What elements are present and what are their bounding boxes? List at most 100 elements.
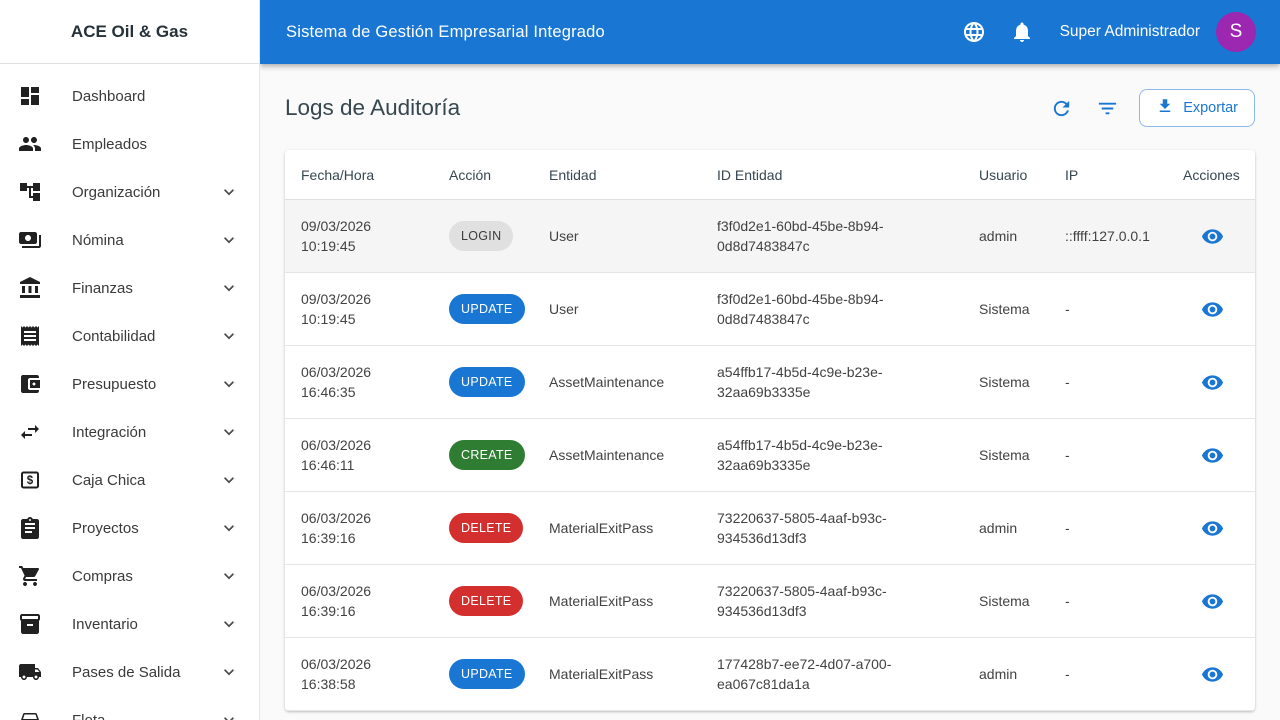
sidebar-item-presupuesto[interactable]: Presupuesto [0,360,259,408]
view-details-button[interactable] [1195,511,1229,545]
cell-actions [1183,584,1255,618]
table-row: 06/03/2026 16:46:11 CREATE AssetMaintenan… [285,419,1255,492]
cell-entity-id: 73220637-5805-4aaf-b93c-934536d13df3 [717,583,887,619]
column-header-accion: Acción [449,166,492,183]
cash-box-icon: $ [18,468,42,492]
cell-ip: ::ffff:127.0.0.1 [1065,228,1150,244]
cell-entity-id: f3f0d2e1-60bd-45be-8b94-0d8d7483847c [717,218,884,254]
action-badge: DELETE [449,586,524,616]
user-name: Super Administrador [1059,23,1200,40]
page-header: Logs de Auditoría Exportar [285,88,1255,128]
cell-user: Sistema [979,301,1030,317]
bank-icon [18,276,42,300]
wallet-icon [18,372,42,396]
chevron-down-icon [219,230,239,250]
cell-entity-id: a54ffb17-4b5d-4c9e-b23e-32aa69b3335e [717,364,883,400]
download-icon [1156,97,1174,119]
page-title: Logs de Auditoría [285,95,461,120]
chevron-down-icon [219,326,239,346]
cell-action: UPDATE [449,294,549,324]
cell-entity: MaterialExitPass [549,666,654,682]
view-details-button[interactable] [1195,365,1229,399]
view-details-button[interactable] [1195,438,1229,472]
cell-actions [1183,219,1255,253]
language-button[interactable] [954,12,994,52]
sidebar-item-contabilidad[interactable]: Contabilidad [0,312,259,360]
sidebar-item-label: Proyectos [72,519,139,537]
sidebar-item-integraci-n[interactable]: Integración [0,408,259,456]
cell-datetime: 06/03/2026 16:39:16 [301,510,372,546]
column-header-entidad: Entidad [549,166,597,183]
inventory-icon [18,612,42,636]
filter-button[interactable] [1087,88,1127,128]
cell-actions [1183,511,1255,545]
action-badge: UPDATE [449,659,525,689]
cell-user: admin [979,228,1018,244]
cell-entity: AssetMaintenance [549,447,665,463]
cell-ip: - [1065,666,1070,682]
sidebar-item-label: Organización [72,183,161,201]
chevron-down-icon [219,662,239,682]
sidebar-item-pases-de-salida[interactable]: Pases de Salida [0,648,259,696]
action-badge: DELETE [449,513,524,543]
svg-text:$: $ [27,475,34,487]
action-badge: LOGIN [449,221,514,251]
refresh-icon [1050,97,1073,120]
sidebar-item-dashboard[interactable]: Dashboard [0,72,259,120]
avatar[interactable]: S [1216,12,1256,52]
eye-icon [1201,371,1224,394]
view-details-button[interactable] [1195,292,1229,326]
column-header-fecha: Fecha/Hora [301,166,375,183]
sidebar-item-caja-chica[interactable]: $ Caja Chica [0,456,259,504]
sidebar-item-compras[interactable]: Compras [0,552,259,600]
sidebar-item-label: Pases de Salida [72,663,181,681]
cell-ip: - [1065,447,1070,463]
sidebar-item-label: Flota [72,711,106,720]
sidebar-item-flota[interactable]: Flota [0,696,259,720]
sidebar-item-inventario[interactable]: Inventario [0,600,259,648]
eye-icon [1201,517,1224,540]
eye-icon [1201,225,1224,248]
cell-datetime: 09/03/2026 10:19:45 [301,218,372,254]
cell-actions [1183,292,1255,326]
table-row: 06/03/2026 16:39:16 DELETE MaterialExitPa… [285,565,1255,638]
sidebar-item-label: Integración [72,423,147,441]
sidebar-item-label: Inventario [72,615,138,633]
column-header-usuario: Usuario [979,166,1028,183]
car-icon [18,708,42,720]
cell-entity: User [549,301,579,317]
cell-datetime: 06/03/2026 16:46:11 [301,437,372,473]
column-header-id: ID Entidad [717,166,783,183]
chevron-down-icon [219,566,239,586]
sidebar-item-label: Compras [72,567,133,585]
appbar-title: Sistema de Gestión Empresarial Integrado [286,22,605,41]
export-button[interactable]: Exportar [1139,89,1255,127]
eye-icon [1201,590,1224,613]
brand-title: ACE Oil & Gas [0,0,259,64]
view-details-button[interactable] [1195,657,1229,691]
column-header-ip: IP [1065,166,1079,183]
notifications-button[interactable] [1002,12,1042,52]
sidebar-item-empleados[interactable]: Empleados [0,120,259,168]
column-header-acciones: Acciones [1183,166,1240,183]
sidebar-item-organizaci-n[interactable]: Organización [0,168,259,216]
sidebar-item-proyectos[interactable]: Proyectos [0,504,259,552]
refresh-button[interactable] [1041,88,1081,128]
cell-entity: User [549,228,579,244]
sidebar-item-finanzas[interactable]: Finanzas [0,264,259,312]
cell-ip: - [1065,520,1070,536]
eye-icon [1201,298,1224,321]
view-details-button[interactable] [1195,219,1229,253]
sidebar-item-n-mina[interactable]: Nómina [0,216,259,264]
bell-icon [1010,20,1034,44]
cell-user: Sistema [979,593,1030,609]
content-area: Logs de Auditoría Exportar Fecha/Hora Ac… [260,64,1280,720]
cell-entity-id: 177428b7-ee72-4d07-a700-ea067c81da1a [717,656,892,692]
view-details-button[interactable] [1195,584,1229,618]
cell-action: LOGIN [449,221,549,251]
swap-arrows-icon [18,420,42,444]
chevron-down-icon [219,182,239,202]
appbar: Sistema de Gestión Empresarial Integrado… [260,0,1280,64]
cell-action: DELETE [449,513,549,543]
sidebar-item-label: Finanzas [72,279,133,297]
